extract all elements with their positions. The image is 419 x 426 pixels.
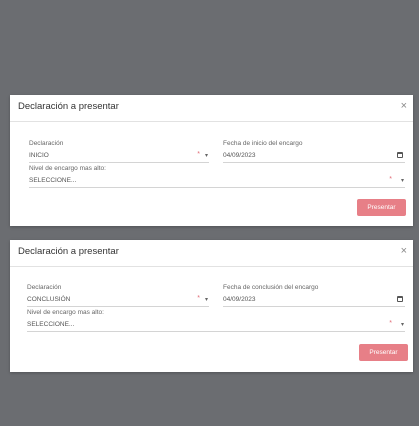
nivel-select[interactable]: SELECCIONE... * ▾ — [27, 320, 405, 332]
declaracion-label: Declaración — [29, 140, 64, 147]
presentar-button[interactable]: Presentar — [359, 344, 408, 361]
calendar-icon[interactable] — [397, 152, 403, 158]
required-mark: * — [197, 151, 200, 158]
declaracion-value: INICIO — [29, 152, 49, 159]
modal-header: Declaración a presentar × — [10, 240, 413, 267]
fecha-inicio-label: Fecha de inicio del encargo — [223, 140, 303, 147]
declaracion-select[interactable]: INICIO * ▾ — [29, 151, 209, 163]
close-icon[interactable]: × — [401, 100, 407, 112]
chevron-down-icon[interactable]: ▾ — [205, 152, 208, 159]
close-icon[interactable]: × — [401, 245, 407, 257]
declaracion-modal-conclusion: Declaración a presentar × Declaración CO… — [10, 240, 413, 372]
fecha-inicio-input[interactable]: 04/09/2023 — [223, 151, 405, 163]
nivel-label: Nivel de encargo mas alto: — [29, 165, 106, 172]
chevron-down-icon[interactable]: ▾ — [401, 321, 404, 328]
fecha-conclusion-input[interactable]: 04/09/2023 — [223, 295, 405, 307]
chevron-down-icon[interactable]: ▾ — [401, 177, 404, 184]
required-mark: * — [389, 320, 392, 327]
nivel-select[interactable]: SELECCIONE... * ▾ — [29, 176, 405, 188]
nivel-label: Nivel de encargo mas alto: — [27, 309, 104, 316]
modal-title: Declaración a presentar — [18, 101, 119, 112]
calendar-icon[interactable] — [397, 296, 403, 302]
fecha-conclusion-value: 04/09/2023 — [223, 296, 256, 303]
declaracion-label: Declaración — [27, 284, 62, 291]
nivel-value: SELECCIONE... — [27, 321, 75, 328]
declaracion-value: CONCLUSIÓN — [27, 296, 71, 303]
presentar-button[interactable]: Presentar — [357, 199, 406, 216]
nivel-value: SELECCIONE... — [29, 177, 77, 184]
required-mark: * — [389, 176, 392, 183]
declaracion-modal-inicio: Declaración a presentar × Declaración IN… — [10, 95, 413, 226]
declaracion-select[interactable]: CONCLUSIÓN * ▾ — [27, 295, 209, 307]
fecha-conclusion-label: Fecha de conclusión del encargo — [223, 284, 319, 291]
fecha-inicio-value: 04/09/2023 — [223, 152, 256, 159]
chevron-down-icon[interactable]: ▾ — [205, 296, 208, 303]
required-mark: * — [197, 295, 200, 302]
modal-header: Declaración a presentar × — [10, 95, 413, 122]
modal-title: Declaración a presentar — [18, 246, 119, 257]
